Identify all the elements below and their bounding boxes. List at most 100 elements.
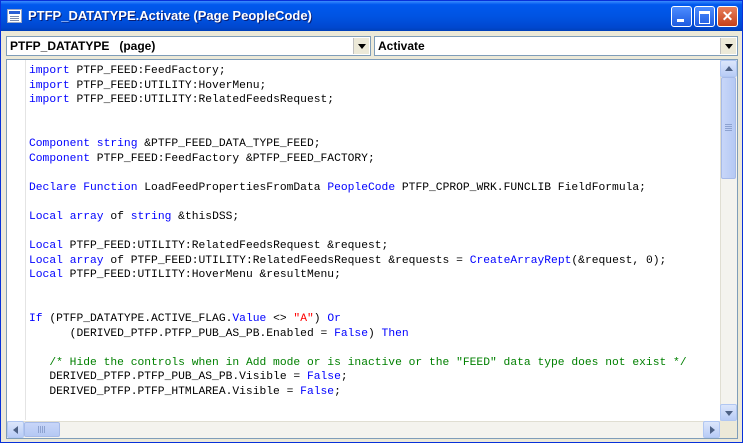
code-line[interactable]: import PTFP_FEED:FeedFactory; [29,64,715,79]
scroll-up-arrow-icon[interactable] [720,60,737,77]
code-line[interactable] [29,166,715,181]
code-token: PTFP_FEED:UTILITY:RelatedFeedsRequest; [69,94,335,107]
chevron-down-icon[interactable] [353,38,369,54]
horizontal-scrollbar[interactable] [7,421,720,438]
code-line[interactable] [29,195,715,210]
code-area[interactable]: import PTFP_FEED:FeedFactory; import PTFP… [29,64,715,420]
code-line[interactable] [29,225,715,240]
chevron-down-icon[interactable] [720,38,736,54]
peoplecode-document-icon [7,9,22,23]
code-token: &PTFP_FEED_DATA_TYPE_FEED; [137,137,321,150]
code-line[interactable]: (DERIVED_PTFP.PTFP_PUB_AS_PB.Enabled = F… [29,327,715,342]
code-line[interactable] [29,283,715,298]
vertical-scrollbar[interactable] [720,60,737,421]
event-select[interactable]: Activate [374,36,738,56]
code-token: PTFP_FEED:FeedFactory; [69,65,226,77]
code-token: (&request, 0); [571,254,667,267]
scroll-down-arrow-icon[interactable] [720,404,737,421]
code-line[interactable] [29,298,715,313]
code-line[interactable]: Declare Function LoadFeedPropertiesFromD… [29,181,715,196]
grip-icon [38,426,39,433]
code-token: (PTFP_DATATYPE.ACTIVE_FLAG. [42,313,233,326]
code-token: ) [313,313,328,326]
code-token: of [103,210,131,223]
code-token: False [306,371,341,384]
code-token: LoadFeedPropertiesFromData [137,181,328,194]
code-token: "A" [293,313,314,326]
code-token: Then [381,327,409,340]
code-token: PTFP_FEED:UTILITY:HoverMenu; [69,79,267,92]
code-token: of PTFP_FEED:UTILITY:RelatedFeedsRequest… [103,254,470,267]
code-token: CreateArrayRept [469,254,572,267]
code-line[interactable]: DERIVED_PTFP.PTFP_HTMLAREA.Visible = Fal… [29,385,715,400]
code-token: PTFP_CPROP_WRK.FUNCLIB FieldFormula; [395,181,646,194]
object-select[interactable]: PTFP_DATATYPE (page) [6,36,371,56]
code-token: array [69,254,104,267]
code-token: Function [83,181,138,194]
vertical-scroll-thumb[interactable] [721,77,736,179]
code-token: Local [29,254,63,267]
code-line[interactable] [29,400,715,415]
code-line[interactable]: import PTFP_FEED:UTILITY:RelatedFeedsReq… [29,93,715,108]
code-token: Value [232,313,267,326]
code-line[interactable] [29,108,715,123]
code-token: &thisDSS; [171,210,240,223]
code-token: /* Hide the controls when in Add mode or… [49,356,687,369]
code-editor[interactable]: import PTFP_FEED:FeedFactory; import PTFP… [6,59,738,439]
code-line[interactable]: import PTFP_FEED:UTILITY:HoverMenu; [29,79,715,94]
code-token: Component [29,137,91,150]
scroll-right-arrow-icon[interactable] [703,421,720,438]
code-line[interactable] [29,341,715,356]
code-line[interactable]: /* Hide the controls when in Add mode or… [29,356,715,371]
editor-gutter [7,60,26,420]
code-token: Local [29,240,63,253]
code-line[interactable]: Local array of PTFP_FEED:UTILITY:Related… [29,254,715,269]
code-token: Or [327,313,341,326]
code-token: Declare [29,181,77,194]
code-token: Local [29,269,63,282]
window-title: PTFP_DATATYPE.Activate (Page PeopleCode) [28,8,312,23]
code-token: import [29,94,70,107]
close-button[interactable]: ✕ [717,6,738,27]
code-token: <> [266,313,294,326]
event-select-value: Activate [378,39,425,53]
code-token: ; [340,371,348,384]
code-token: import [29,79,70,92]
code-token: ; [334,386,341,399]
code-token: If [29,313,43,326]
code-token: PTFP_FEED:UTILITY:HoverMenu &resultMenu; [62,269,341,282]
code-line[interactable]: Local PTFP_FEED:UTILITY:HoverMenu &resul… [29,268,715,283]
code-token: Local [29,210,63,223]
code-line[interactable]: If (PTFP_DATATYPE.ACTIVE_FLAG.Value <> "… [29,312,715,327]
minimize-button[interactable] [671,6,692,27]
maximize-button[interactable] [694,6,715,27]
code-line[interactable]: Local array of string &thisDSS; [29,210,715,225]
close-icon: ✕ [721,8,734,24]
code-token: DERIVED_PTFP.PTFP_PUB_AS_PB.Visible = [29,371,307,384]
code-line[interactable] [29,122,715,137]
title-bar[interactable]: PTFP_DATATYPE.Activate (Page PeopleCode)… [1,1,742,31]
code-token: DERIVED_PTFP.PTFP_HTMLAREA.Visible = [29,386,301,399]
code-token: string [96,137,138,150]
scroll-left-arrow-icon[interactable] [7,421,24,438]
code-line[interactable]: DERIVED_PTFP.PTFP_PUB_AS_PB.Visible = Fa… [29,370,715,385]
horizontal-scroll-thumb[interactable] [24,422,60,437]
code-line[interactable]: Local PTFP_FEED:UTILITY:RelatedFeedsRequ… [29,239,715,254]
code-token: Component [29,152,91,165]
peoplecode-editor-window: PTFP_DATATYPE.Activate (Page PeopleCode)… [0,0,743,443]
minimize-icon [677,19,684,22]
code-token: PTFP_FEED:UTILITY:RelatedFeedsRequest &r… [62,240,389,253]
code-line[interactable]: Component PTFP_FEED:FeedFactory &PTFP_FE… [29,152,715,167]
code-token: PeopleCode [327,181,396,194]
code-token: array [69,210,104,223]
code-line[interactable]: Component string &PTFP_FEED_DATA_TYPE_FE… [29,137,715,152]
code-token: string [130,210,172,223]
code-token: False [300,386,335,399]
scrollbar-corner [720,421,737,438]
code-token: import [29,65,70,77]
maximize-icon [699,11,710,24]
